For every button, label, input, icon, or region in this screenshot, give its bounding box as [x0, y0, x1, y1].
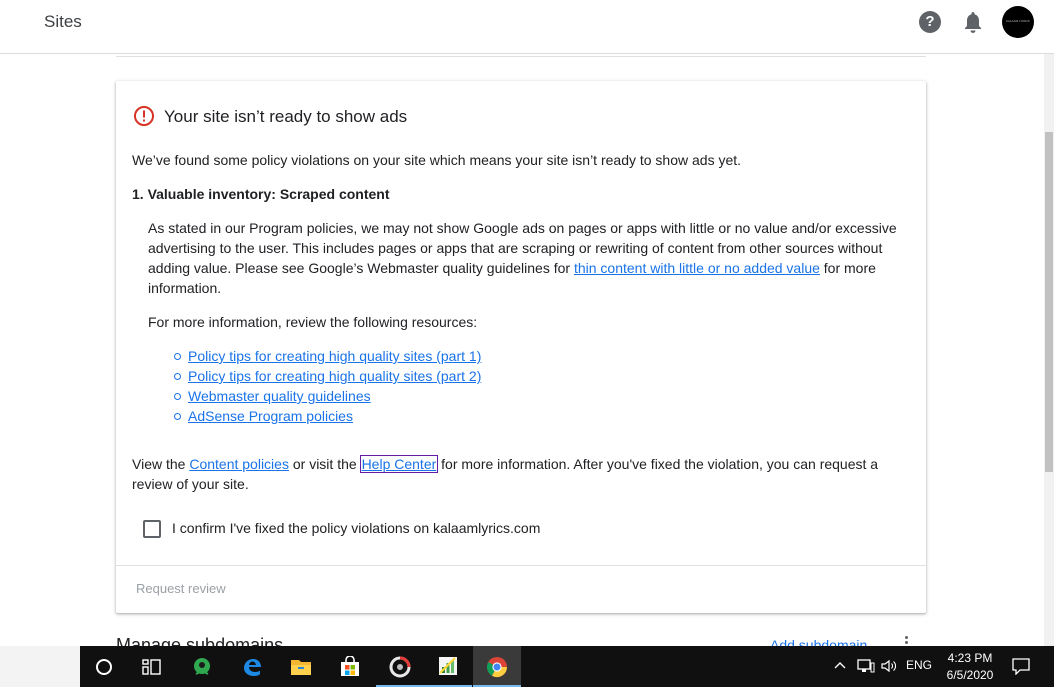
- store-button[interactable]: [326, 646, 374, 687]
- violation-section-title: 1. Valuable inventory: Scraped content: [132, 186, 390, 202]
- spreadsheet-button[interactable]: [424, 646, 472, 687]
- confirm-fixed-checkbox[interactable]: [143, 520, 161, 538]
- resources-intro: For more information, review the followi…: [148, 314, 478, 330]
- card-footer-divider: [116, 565, 926, 566]
- list-item: AdSense Program policies: [173, 406, 481, 426]
- help-text-middle: or visit the: [288, 456, 361, 472]
- green-app-icon: [194, 658, 210, 675]
- chrome-button[interactable]: [473, 646, 521, 687]
- help-text: View the Content policies or visit the H…: [132, 454, 922, 494]
- action-center-icon[interactable]: [1012, 658, 1030, 675]
- cortana-button[interactable]: [80, 646, 128, 687]
- search-area[interactable]: [0, 646, 80, 687]
- error-alert-icon: [134, 106, 154, 126]
- help-center-link[interactable]: Help Center: [359, 455, 439, 473]
- store-icon: [341, 656, 359, 676]
- system-clock[interactable]: 4:23 PM 6/5/2020: [940, 650, 1000, 684]
- windows-taskbar: ENG 4:23 PM 6/5/2020: [0, 646, 1054, 687]
- chrome-icon: [486, 657, 508, 678]
- top-app-bar: Sites ? KALAAM LYRICS: [0, 0, 1054, 54]
- green-app-button[interactable]: [178, 646, 226, 687]
- dark-app-icon: [389, 656, 411, 678]
- help-text-prefix: View the: [132, 456, 190, 472]
- task-view-button[interactable]: [128, 646, 176, 687]
- network-icon[interactable]: [857, 658, 875, 674]
- task-view-icon: [142, 659, 161, 675]
- resource-links-list: Policy tips for creating high quality si…: [173, 346, 481, 426]
- intro-text: We’ve found some policy violations on yo…: [132, 152, 742, 168]
- edge-icon: [244, 659, 261, 676]
- account-avatar[interactable]: KALAAM LYRICS: [1002, 6, 1034, 38]
- show-hidden-icons-icon[interactable]: [834, 660, 846, 670]
- file-explorer-button[interactable]: [277, 646, 325, 687]
- resource-link-adsense-policies[interactable]: AdSense Program policies: [188, 408, 353, 424]
- request-review-button[interactable]: Request review: [136, 581, 226, 596]
- scrollbar-thumb[interactable]: [1045, 132, 1053, 472]
- notification-bell-icon[interactable]: [962, 10, 984, 34]
- card-heading: Your site isn’t ready to show ads: [164, 107, 408, 126]
- thin-content-link[interactable]: thin content with little or no added val…: [574, 260, 820, 276]
- cortana-icon: [96, 659, 112, 675]
- help-circle-icon[interactable]: ?: [919, 11, 941, 33]
- dark-app-button[interactable]: [376, 646, 424, 687]
- clock-time: 4:23 PM: [947, 651, 993, 665]
- spreadsheet-icon: [439, 657, 457, 675]
- page-scrollbar[interactable]: [1044, 54, 1054, 646]
- confirm-fixed-label[interactable]: I confirm I've fixed the policy violatio…: [172, 518, 540, 538]
- policy-violation-card: Your site isn’t ready to show ads We’ve …: [116, 81, 926, 613]
- input-language[interactable]: ENG: [906, 658, 932, 672]
- clock-date: 6/5/2020: [946, 668, 994, 682]
- violation-description: As stated in our Program policies, we ma…: [148, 218, 928, 298]
- edge-button[interactable]: [228, 646, 276, 687]
- content-divider: [116, 56, 926, 57]
- volume-icon[interactable]: [880, 658, 898, 674]
- file-explorer-icon: [291, 660, 311, 675]
- resource-link-tips-part-2[interactable]: Policy tips for creating high quality si…: [188, 368, 481, 384]
- avatar-text: KALAAM LYRICS: [1006, 19, 1030, 23]
- page-title: Sites: [44, 12, 82, 31]
- resource-link-webmaster-guidelines[interactable]: Webmaster quality guidelines: [188, 388, 371, 404]
- list-item: Policy tips for creating high quality si…: [173, 346, 481, 366]
- resource-link-tips-part-1[interactable]: Policy tips for creating high quality si…: [188, 348, 481, 364]
- list-item: Policy tips for creating high quality si…: [173, 366, 481, 386]
- list-item: Webmaster quality guidelines: [173, 386, 481, 406]
- content-policies-link[interactable]: Content policies: [189, 456, 289, 472]
